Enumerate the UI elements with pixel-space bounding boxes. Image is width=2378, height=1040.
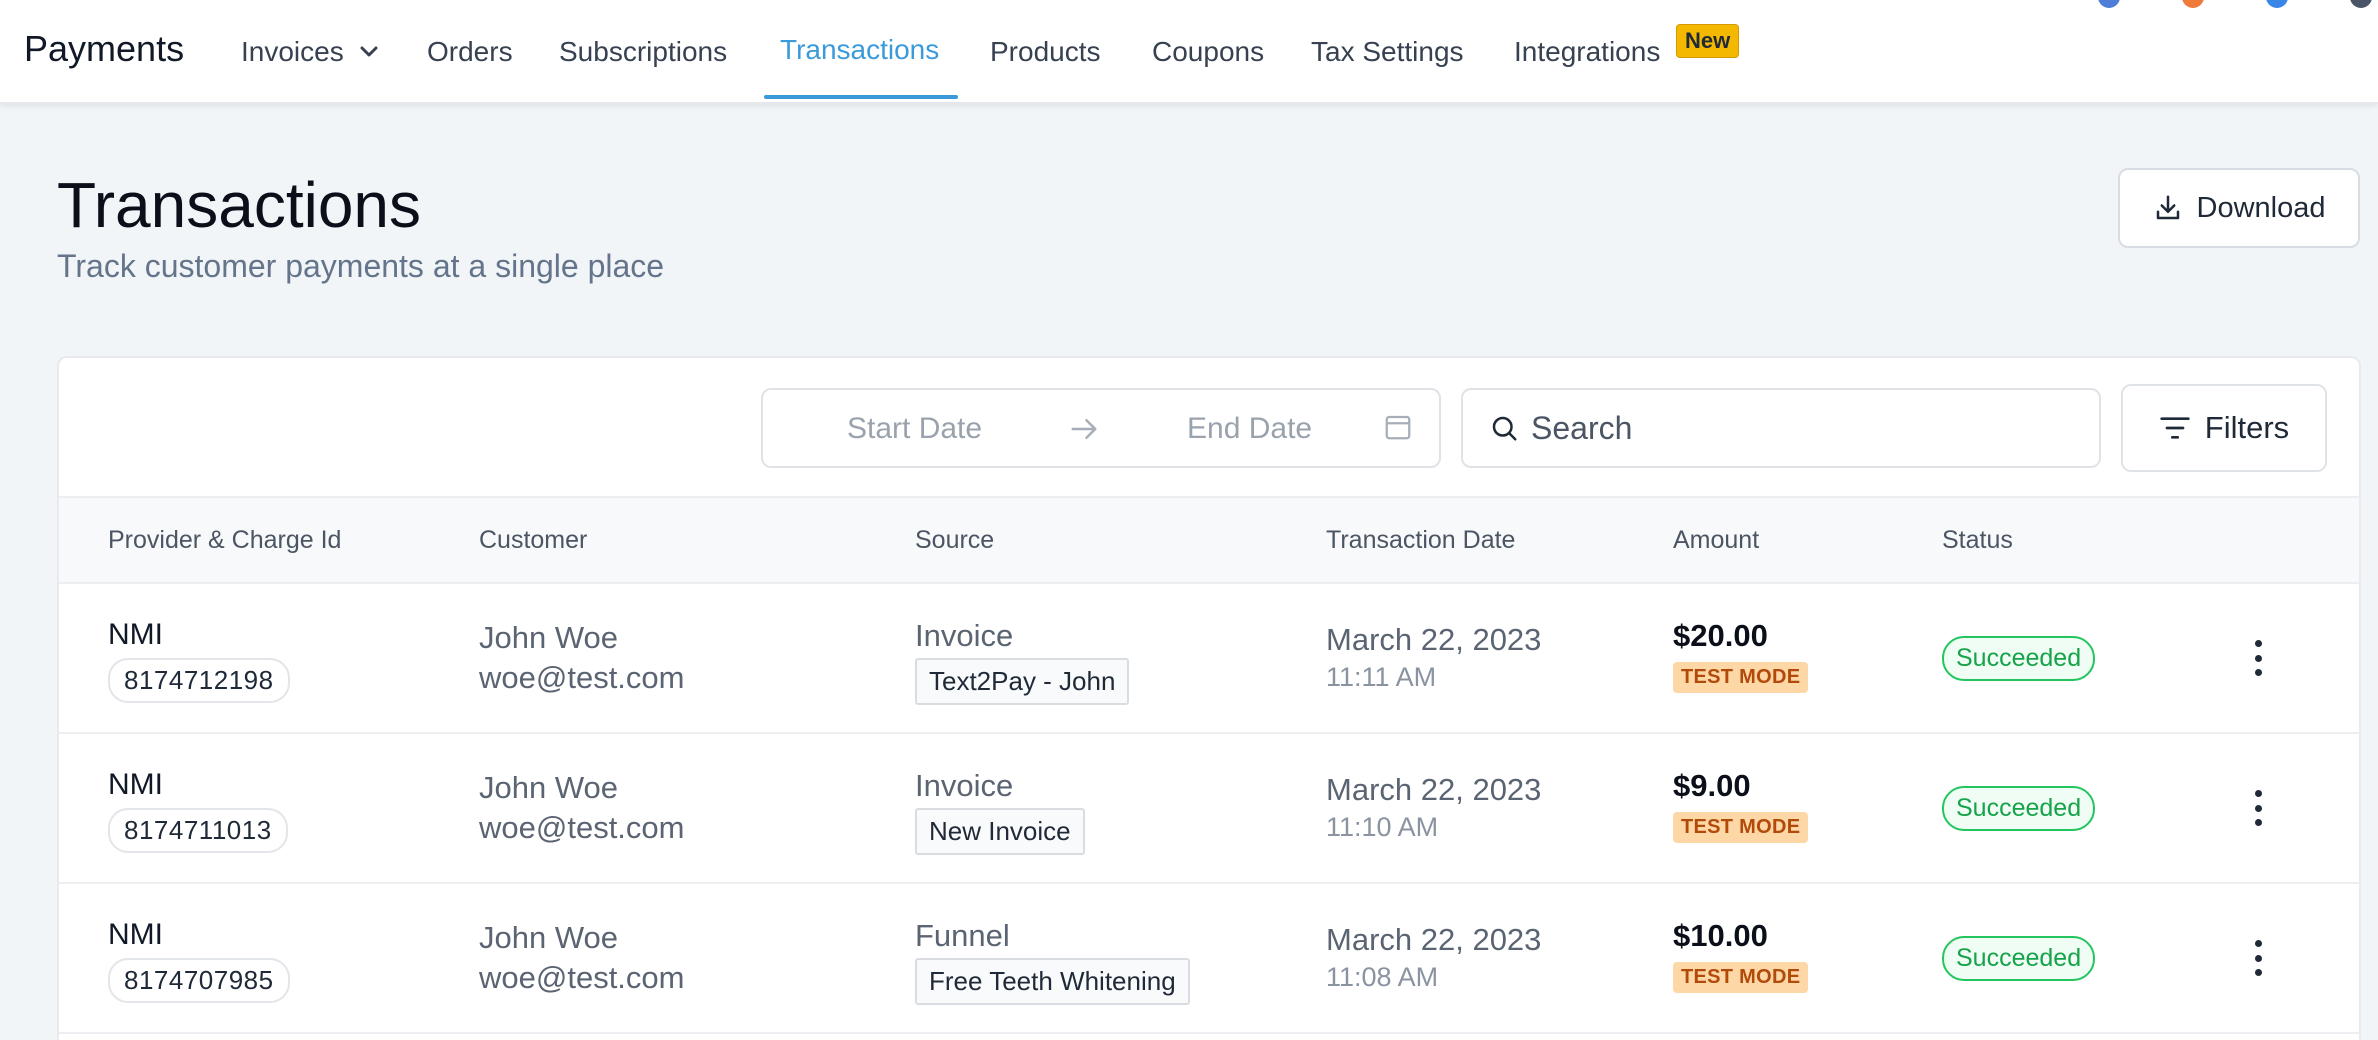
search-input[interactable]	[1531, 409, 2051, 447]
active-tab-indicator	[764, 95, 958, 99]
download-label: Download	[2196, 191, 2326, 224]
amount: $10.00	[1673, 918, 1768, 953]
charge-id-badge: 8174712198	[108, 658, 290, 703]
column-header-customer: Customer	[479, 526, 588, 554]
nav-item-coupons[interactable]: Coupons	[1152, 36, 1264, 68]
avatar[interactable]	[2266, 0, 2288, 8]
transactions-card: Start Date End Date Filters Provider & C…	[57, 356, 2361, 1040]
source-name-tag[interactable]: New Invoice	[915, 808, 1085, 855]
date-range-picker[interactable]: Start Date End Date	[761, 388, 1441, 468]
status-badge: Succeeded	[1942, 636, 2096, 681]
calendar-icon[interactable]	[1383, 412, 1413, 442]
nav-item-tax-settings[interactable]: Tax Settings	[1311, 36, 1464, 68]
source-type: Invoice	[915, 618, 1014, 653]
customer-email: woe@test.com	[479, 660, 685, 695]
transaction-time: 11:11 AM	[1326, 662, 1437, 692]
charge-id-badge: 8174707985	[108, 958, 290, 1003]
amount: $20.00	[1673, 618, 1768, 653]
test-mode-badge: TEST MODE	[1673, 812, 1809, 843]
source-name-tag[interactable]: Text2Pay - John	[915, 658, 1130, 705]
charge-id-badge: 8174711013	[108, 808, 288, 853]
more-options-icon[interactable]	[2243, 636, 2273, 680]
filters-button[interactable]: Filters	[2121, 384, 2327, 472]
top-navigation: Payments Invoices Orders Subscriptions T…	[0, 0, 2378, 104]
table-row[interactable]: NMI 8174707985 John Woe woe@test.com Fun…	[59, 884, 2359, 1034]
source-name-tag[interactable]: Free Teeth Whitening	[915, 958, 1190, 1005]
nav-item-products[interactable]: Products	[990, 36, 1101, 68]
end-date-placeholder[interactable]: End Date	[1187, 412, 1312, 446]
test-mode-badge: TEST MODE	[1673, 662, 1809, 693]
filters-label: Filters	[2204, 410, 2290, 445]
new-badge: New	[1676, 24, 1740, 58]
avatar[interactable]	[2182, 0, 2204, 8]
column-header-status: Status	[1942, 526, 2013, 554]
nav-item-transactions[interactable]: Transactions	[780, 34, 939, 66]
transaction-date: March 22, 2023	[1326, 622, 1542, 657]
nav-item-subscriptions[interactable]: Subscriptions	[559, 36, 727, 68]
avatar[interactable]	[2350, 0, 2372, 8]
column-header-transaction-date: Transaction Date	[1326, 526, 1516, 554]
column-header-provider: Provider & Charge Id	[108, 526, 342, 554]
source-type: Funnel	[915, 918, 1010, 953]
amount: $9.00	[1673, 768, 1751, 803]
table-row[interactable]: NMI 8174712198 John Woe woe@test.com Inv…	[59, 584, 2359, 734]
app-title: Payments	[24, 28, 185, 69]
transaction-date: March 22, 2023	[1326, 922, 1542, 957]
nav-item-label: Invoices	[241, 36, 344, 67]
customer-name: John Woe	[479, 920, 619, 955]
test-mode-badge: TEST MODE	[1673, 962, 1809, 993]
arrow-right-icon	[1071, 419, 1097, 439]
customer-email: woe@test.com	[479, 960, 685, 995]
page-title: Transactions	[57, 169, 421, 241]
more-options-icon[interactable]	[2243, 936, 2273, 980]
table-row[interactable]: NMI 8174711013 John Woe woe@test.com Inv…	[59, 734, 2359, 884]
status-badge: Succeeded	[1942, 786, 2096, 831]
transaction-date: March 22, 2023	[1326, 772, 1542, 807]
download-button[interactable]: Download	[2118, 168, 2360, 248]
nav-item-invoices[interactable]: Invoices	[241, 36, 378, 68]
source-type: Invoice	[915, 768, 1014, 803]
start-date-placeholder[interactable]: Start Date	[847, 412, 982, 446]
column-header-amount: Amount	[1673, 526, 1760, 554]
transaction-time: 11:08 AM	[1326, 962, 1439, 992]
nav-item-integrations[interactable]: Integrations	[1514, 36, 1660, 68]
customer-name: John Woe	[479, 620, 619, 655]
search-box[interactable]	[1461, 388, 2101, 468]
customer-email: woe@test.com	[479, 810, 685, 845]
provider-name: NMI	[108, 768, 163, 801]
transaction-time: 11:10 AM	[1326, 812, 1439, 842]
chevron-down-icon	[360, 46, 377, 57]
avatar[interactable]	[2098, 0, 2120, 8]
column-header-source: Source	[915, 526, 995, 554]
status-badge: Succeeded	[1942, 936, 2096, 981]
page-subtitle: Track customer payments at a single plac…	[57, 248, 665, 284]
more-options-icon[interactable]	[2243, 786, 2273, 830]
provider-name: NMI	[108, 618, 163, 651]
download-icon	[2156, 195, 2179, 220]
nav-item-orders[interactable]: Orders	[427, 36, 513, 68]
provider-name: NMI	[108, 918, 163, 951]
search-icon	[1492, 416, 1517, 441]
customer-name: John Woe	[479, 770, 619, 805]
filter-icon	[2160, 417, 2190, 439]
table-header: Provider & Charge Id Customer Source Tra…	[59, 496, 2359, 584]
